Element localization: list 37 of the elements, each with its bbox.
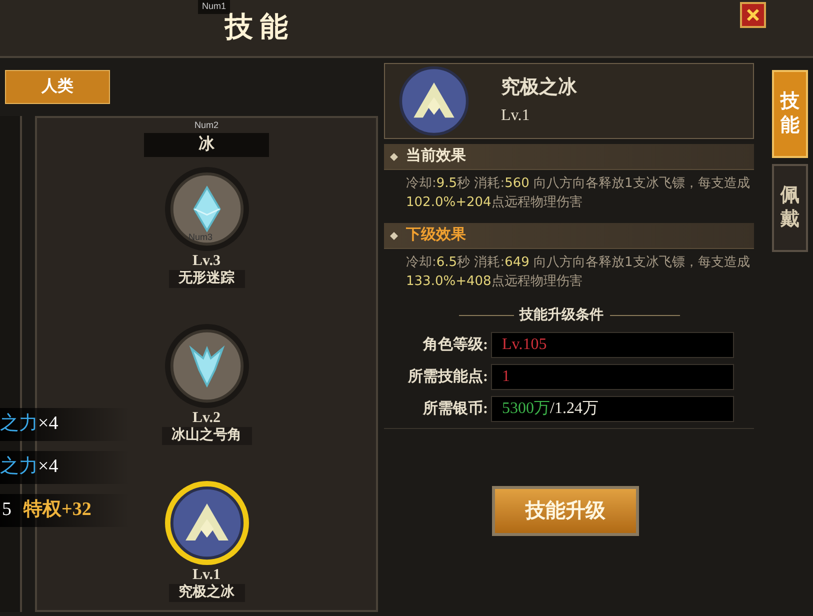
upgrade-button[interactable]: 技能升级 (492, 486, 639, 536)
effect-description: 冷却:6.5秒 消耗:649 向八方向各释放1支冰飞镖，每支造成133.0%+408点远程物理伤害 (405, 254, 751, 291)
skill-name: 究极之冰 (168, 584, 244, 602)
close-icon (746, 8, 760, 22)
debug-label: Num1 (198, 0, 230, 14)
window-title: 技 能 (225, 11, 288, 45)
skill-level: Lv.3 (192, 252, 220, 270)
skill-name: 无形迷踪 (168, 270, 244, 288)
section-title: 技能升级条件 (520, 306, 604, 325)
diamond-bullet-icon (390, 232, 398, 240)
requirement-value: 1 (491, 364, 734, 390)
effect-description: 冷却:9.5秒 消耗:560 向八方向各释放1支冰飞镖，每支造成102.0%+204点远程物理伤害 (405, 175, 751, 212)
side-tab[interactable]: 技能 (772, 70, 808, 158)
side-tab[interactable]: 佩戴 (772, 164, 808, 252)
requirement-label: 角色等级: (422, 336, 489, 355)
skill-name: 冰山之号角 (162, 426, 252, 444)
power-count: 之力×4 (0, 412, 58, 436)
diamond-bullet-icon (390, 152, 398, 160)
skill-icon[interactable] (397, 64, 471, 138)
skill-level: Lv.2 (192, 408, 220, 426)
requirement-label: 所需银币: (422, 399, 489, 419)
skill-name: 究极之冰 (501, 76, 577, 100)
requirement-value: 5300万/1.24万 (491, 396, 734, 422)
skill-slot[interactable]: Num3 (164, 166, 248, 250)
section-title: 当前效果 (406, 146, 466, 166)
race-tab[interactable]: 人类 (5, 70, 110, 104)
debug-label: Num3 (188, 231, 213, 244)
section-title: 下级效果 (406, 226, 466, 246)
debug-label: Num2 (194, 119, 218, 132)
close-button[interactable] (740, 2, 766, 28)
privilege-bonus: 特权+32 (24, 498, 92, 522)
requirement-label: 所需技能点: (406, 367, 489, 387)
skill-level: Lv.1 (192, 566, 220, 584)
row-value: 5 (2, 498, 12, 522)
requirement-value: Lv.105 (491, 332, 734, 358)
skill-level: Lv.1 (501, 106, 531, 126)
power-count: 之力×4 (0, 455, 58, 480)
